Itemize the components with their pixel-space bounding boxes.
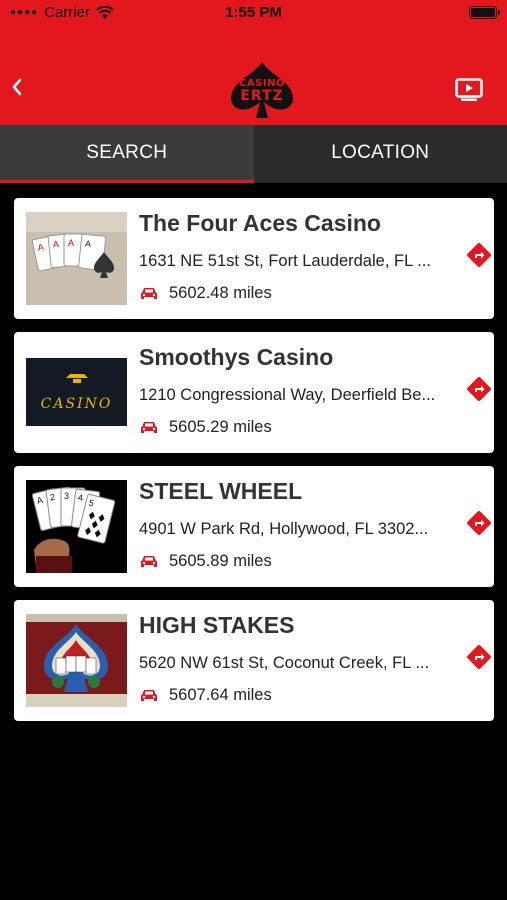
svg-text:A: A (68, 238, 74, 248)
svg-text:A: A (85, 238, 92, 249)
list-item[interactable]: A 2 3 4 5 STEEL WHEEL 4901 W Park Rd, Ho… (14, 466, 494, 587)
status-bar: ●●●● Carrier 1:55 PM (0, 0, 507, 26)
tab-location[interactable]: LOCATION (253, 125, 507, 183)
car-icon (141, 421, 157, 433)
directions-icon (467, 377, 491, 401)
app-logo: CASINO ERTZ (227, 60, 297, 120)
casino-address: 4901 W Park Rd, Hollywood, FL 3302... (139, 520, 429, 538)
directions-icon (467, 511, 491, 535)
status-time: 1:55 PM (225, 4, 282, 21)
distance-value: 5607.64 miles (169, 686, 272, 704)
casino-address: 1210 Congressional Way, Deerfield Be... (139, 386, 436, 404)
car-icon (141, 555, 157, 567)
directions-icon (467, 243, 491, 267)
list-item[interactable]: CASINO Smoothys Casino 1210 Congressiona… (14, 332, 494, 453)
media-button[interactable] (455, 78, 483, 107)
casino-thumbnail (26, 614, 127, 707)
casino-address: 1631 NE 51st St, Fort Lauderdale, FL ... (139, 252, 431, 270)
casino-address: 5620 NW 61st St, Coconut Creek, FL ... (139, 654, 430, 672)
thumbnail-text: CASINO (41, 396, 113, 412)
logo-text-bottom: ERTZ (240, 88, 284, 104)
svg-text:A: A (52, 239, 59, 250)
casino-name: HIGH STAKES (139, 612, 295, 638)
directions-button[interactable] (466, 510, 492, 536)
tv-play-icon (455, 78, 483, 101)
list-item[interactable]: HIGH STAKES 5620 NW 61st St, Coconut Cre… (14, 600, 494, 721)
battery-icon (469, 6, 500, 19)
casino-distance: 5607.64 miles (139, 686, 272, 705)
tab-bar: SEARCH LOCATION (0, 125, 507, 183)
directions-button[interactable] (466, 644, 492, 670)
distance-value: 5605.89 miles (169, 552, 272, 570)
casino-distance: 5602.48 miles (139, 284, 272, 303)
directions-icon (467, 645, 491, 669)
casino-distance: 5605.29 miles (139, 418, 272, 437)
casino-distance: 5605.89 miles (139, 552, 272, 571)
directions-button[interactable] (466, 242, 492, 268)
back-button[interactable] (6, 74, 28, 104)
distance-value: 5602.48 miles (169, 284, 272, 302)
casino-name: Smoothys Casino (139, 344, 334, 370)
casino-name: STEEL WHEEL (139, 478, 303, 504)
casino-thumbnail: CASINO (26, 346, 127, 439)
directions-button[interactable] (466, 376, 492, 402)
list-item[interactable]: A A A A The Four Aces Casino 1631 NE 51s… (14, 198, 494, 319)
tab-search[interactable]: SEARCH (0, 125, 254, 183)
app-header: ●●●● Carrier 1:55 PM CASINO ERTZ (0, 0, 507, 125)
distance-value: 5605.29 miles (169, 418, 272, 436)
casino-list: A A A A The Four Aces Casino 1631 NE 51s… (14, 198, 494, 734)
car-icon (141, 287, 157, 299)
svg-text:3: 3 (64, 491, 69, 501)
casino-name: The Four Aces Casino (139, 210, 381, 236)
casino-thumbnail: A A A A (26, 212, 127, 305)
chevron-left-icon (12, 78, 22, 96)
casino-thumbnail: A 2 3 4 5 (26, 480, 127, 573)
car-icon (141, 689, 157, 701)
